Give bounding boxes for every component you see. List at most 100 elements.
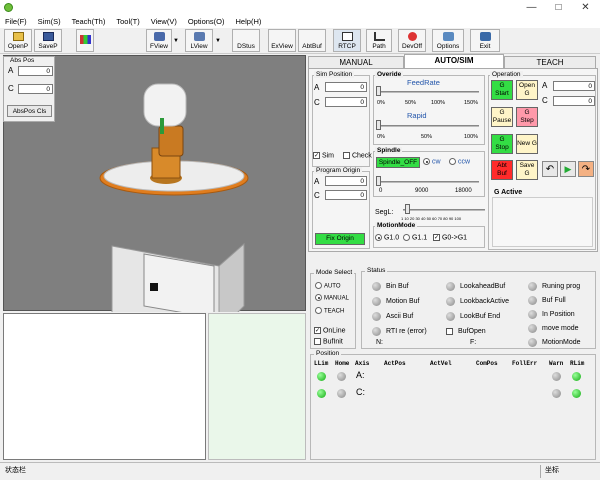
header-actvel: ActVel bbox=[430, 360, 452, 367]
position-title: Position bbox=[314, 350, 342, 357]
motion-mode-status-label: MotionMode bbox=[542, 338, 581, 346]
menu-file[interactable]: File(F) bbox=[5, 16, 27, 28]
motion-buf-label: Motion Buf bbox=[386, 298, 420, 305]
abs-pos-c-label: C bbox=[8, 84, 14, 93]
rtcp-button[interactable]: RTCP bbox=[333, 29, 361, 52]
header-home: Home bbox=[335, 360, 350, 367]
motion-mode-g11-radio[interactable]: G1.1 bbox=[403, 234, 427, 241]
feed-tick-1: 50% bbox=[405, 100, 417, 106]
segl-ticks: 1 10 20 30 40 50 60 70 80 90 100 bbox=[401, 216, 462, 221]
status-col1: Bin Buf Motion Buf Ascii Buf RTI re (err… bbox=[372, 279, 442, 339]
lookahead-buf-led bbox=[446, 282, 455, 291]
step-back-button[interactable]: ↶ bbox=[542, 161, 558, 177]
bufopen-checkbox[interactable]: BufOpen bbox=[446, 324, 531, 339]
header-axis: Axis bbox=[355, 360, 370, 367]
left-view-icon bbox=[193, 32, 205, 41]
new-g-button[interactable]: New G bbox=[516, 134, 538, 154]
status-bar: 状态栏 坐标 bbox=[0, 462, 600, 480]
title-bar: — □ ✕ bbox=[0, 0, 600, 16]
c-axis-label: C: bbox=[356, 387, 365, 397]
f-label: F: bbox=[470, 339, 477, 346]
spindle-tick-2: 18000 bbox=[455, 188, 472, 194]
g-step-button[interactable]: G Step bbox=[516, 107, 538, 127]
menu-options[interactable]: Options(O) bbox=[188, 16, 225, 28]
front-view-button[interactable]: FView bbox=[146, 29, 172, 52]
lview-dropdown-icon[interactable]: ▼ bbox=[215, 38, 221, 44]
menu-view[interactable]: View(V) bbox=[151, 16, 177, 28]
path-button[interactable]: Path bbox=[366, 29, 392, 52]
motion-mode-g0g1-checkbox[interactable]: ✓ G0->G1 bbox=[433, 234, 467, 241]
options-button[interactable]: Options bbox=[432, 29, 464, 52]
minimize-button[interactable]: — bbox=[518, 0, 545, 16]
save-program-button[interactable]: SaveP bbox=[34, 29, 62, 52]
left-view-button[interactable]: LView bbox=[185, 29, 213, 52]
abt-buf-button[interactable]: Abt Buf bbox=[491, 160, 513, 180]
in-position-label: In Position bbox=[542, 310, 575, 318]
save-g-button[interactable]: Save G bbox=[516, 160, 538, 180]
bufinit-checkbox[interactable]: BufInit bbox=[314, 338, 343, 345]
running-prog-led bbox=[528, 281, 537, 291]
spindle-ccw-radio[interactable]: ccw bbox=[449, 158, 470, 165]
rapid-tick-1: 50% bbox=[421, 134, 433, 140]
feedrate-slider-thumb[interactable] bbox=[376, 86, 381, 96]
lookbuf-end-label: LookBuf End bbox=[460, 313, 501, 320]
play-button[interactable]: ▶ bbox=[560, 161, 576, 177]
rapid-tick-0: 0% bbox=[377, 134, 385, 140]
exview-button[interactable]: ExView bbox=[268, 29, 296, 52]
mode-auto-radio[interactable]: AUTO bbox=[315, 282, 341, 289]
spindle-cw-radio[interactable]: cw bbox=[423, 158, 441, 165]
g-start-button[interactable]: G Start bbox=[491, 80, 513, 100]
exit-button[interactable]: Exit bbox=[470, 29, 500, 52]
menu-tool[interactable]: Tool(T) bbox=[116, 16, 139, 28]
sim-checkbox[interactable]: ✓ Sim bbox=[313, 152, 334, 159]
fview-dropdown-icon[interactable]: ▼ bbox=[173, 38, 179, 44]
mode-manual-radio[interactable]: MANUAL bbox=[315, 294, 349, 301]
mode-teach-radio[interactable]: TEACH bbox=[315, 307, 344, 314]
check-checkbox[interactable]: Check bbox=[343, 152, 372, 159]
online-checkbox[interactable]: ✓ OnLine bbox=[314, 327, 346, 334]
spindle-speed-slider[interactable] bbox=[379, 181, 479, 183]
spindle-speed-thumb[interactable] bbox=[376, 176, 381, 186]
a-warn-led bbox=[552, 372, 561, 381]
power-icon bbox=[407, 32, 417, 41]
menu-help[interactable]: Help(H) bbox=[236, 16, 262, 28]
g-pause-button[interactable]: G Pause bbox=[491, 107, 513, 127]
abs-pos-clear-button[interactable]: AbsPos Cls bbox=[7, 105, 52, 117]
motion-mode-g10-radio[interactable]: G1.0 bbox=[375, 234, 399, 241]
rapid-slider-thumb[interactable] bbox=[376, 120, 381, 130]
devoff-button[interactable]: DevOff bbox=[398, 29, 426, 52]
feedrate-slider[interactable] bbox=[379, 91, 479, 93]
sim-pos-a-label: A bbox=[314, 83, 320, 92]
step-forward-button[interactable]: ↷ bbox=[578, 161, 594, 177]
mode-select-title: Mode Select bbox=[314, 269, 355, 276]
grid-view-button[interactable] bbox=[76, 29, 94, 52]
menu-sim[interactable]: Sim(S) bbox=[38, 16, 61, 28]
abtbuf-toolbar-button[interactable]: AbtBuf bbox=[298, 29, 326, 52]
segl-slider-thumb[interactable] bbox=[405, 204, 410, 214]
header-llim: LLim bbox=[314, 360, 329, 367]
feed-tick-3: 150% bbox=[464, 100, 479, 106]
log-pane-right[interactable] bbox=[208, 313, 306, 460]
spindle-tick-1: 9000 bbox=[415, 188, 429, 194]
segl-slider[interactable] bbox=[403, 209, 485, 211]
dstus-button[interactable]: DStus bbox=[232, 29, 260, 52]
fix-origin-button[interactable]: Fix Origin bbox=[315, 233, 365, 245]
statusbar-left-text: 状态栏 bbox=[5, 467, 26, 474]
maximize-button[interactable]: □ bbox=[545, 0, 572, 16]
tab-auto-sim[interactable]: AUTO/SIM bbox=[404, 54, 504, 69]
g-stop-button[interactable]: G Stop bbox=[491, 134, 513, 154]
spindle-title: Spindle bbox=[375, 147, 403, 154]
rtcp-icon bbox=[341, 32, 353, 41]
rapid-slider[interactable] bbox=[379, 125, 479, 127]
move-mode-led bbox=[528, 323, 537, 333]
grid-icon bbox=[79, 35, 91, 44]
open-g-button[interactable]: Open G bbox=[516, 80, 538, 100]
menu-teach[interactable]: Teach(Th) bbox=[72, 16, 106, 28]
close-button[interactable]: ✕ bbox=[572, 0, 599, 16]
open-program-button[interactable]: OpenP bbox=[4, 29, 32, 52]
log-pane-left[interactable] bbox=[3, 313, 206, 460]
spindle-off-button[interactable]: Spindle_OFF bbox=[376, 157, 420, 168]
motion-mode-title: MotionMode bbox=[375, 222, 418, 229]
bin-buf-led bbox=[372, 282, 381, 291]
a-llim-led bbox=[317, 372, 326, 381]
